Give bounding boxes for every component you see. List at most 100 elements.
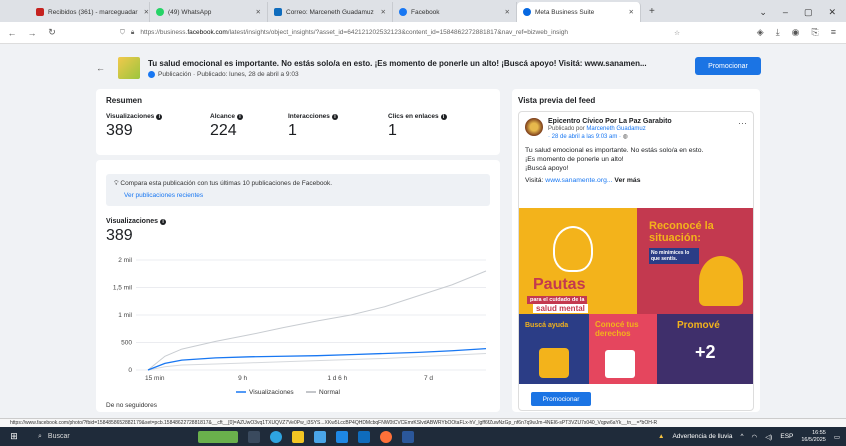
more-options-icon[interactable]: ···	[738, 118, 747, 128]
url-rest: /latest/insights/object_insights/?asset_…	[227, 29, 569, 36]
tab-whatsapp[interactable]: (49) WhatsApp ✕	[150, 2, 268, 22]
widgets-icon[interactable]	[198, 430, 238, 443]
image-tile-conoce-derechos[interactable]: Conocé tus derechos	[589, 314, 657, 384]
post-header: ← Tu salud emocional es importante. No e…	[96, 52, 766, 84]
close-icon[interactable]: ✕	[375, 8, 386, 16]
info-icon[interactable]: i	[331, 113, 338, 120]
tab-outlook[interactable]: Correo: Marceneth Guadamuz ✕	[268, 2, 393, 22]
edge-icon[interactable]	[270, 430, 282, 443]
legend-label-normal: Normal	[319, 389, 341, 396]
preview-title: Vista previa del feed	[518, 96, 596, 105]
back-arrow-icon[interactable]: ←	[96, 63, 118, 73]
mail-icon[interactable]	[336, 430, 348, 443]
reload-icon[interactable]: ↻	[44, 27, 60, 38]
image-tile-promove[interactable]: Promové +2	[657, 314, 753, 384]
author-name[interactable]: Epicentro Cívico Por La Paz Garabito	[548, 118, 672, 125]
post-text-line: Tu salud emocional es importante. No est…	[525, 147, 704, 154]
forward-arrow-icon[interactable]: →	[24, 28, 40, 38]
pocket-icon[interactable]: ◈	[757, 27, 764, 38]
close-icon[interactable]: ✕	[499, 8, 510, 16]
recent-posts-link[interactable]: Ver publicaciones recientes	[124, 192, 482, 199]
visit-link[interactable]: www.sanamente.org...	[545, 177, 612, 184]
metric-label: Alcance	[210, 113, 235, 120]
y-tick-label: 500	[121, 340, 132, 347]
more-images-count: +2	[695, 342, 716, 362]
menu-icon[interactable]: ≡	[831, 27, 836, 38]
post-text-line: ¡Es momento de ponerle un alto!	[525, 156, 624, 163]
image-tile-reconoce[interactable]: Reconocé la situación: No minimices lo q…	[637, 208, 753, 314]
metric-value: 1	[388, 122, 397, 139]
post-image-grid[interactable]: Pautas para el cuidado de la salud menta…	[519, 208, 753, 384]
close-icon[interactable]: ✕	[250, 8, 261, 16]
back-arrow-icon[interactable]: ←	[4, 28, 20, 38]
volume-icon[interactable]: ◁)	[765, 433, 772, 441]
y-tick-label: 1,5 mil	[113, 285, 133, 292]
clock[interactable]: 16:55 16/5/2025	[801, 430, 825, 444]
info-icon[interactable]: i	[160, 218, 167, 225]
avatar[interactable]	[525, 118, 543, 136]
address-bar[interactable]: ⛉ 🔒︎ https://business.facebook.com/lates…	[120, 25, 680, 41]
visit-prefix: Visitá:	[525, 177, 544, 184]
window-controls: ⌄ – ▢ ✕	[759, 2, 846, 22]
info-icon[interactable]: i	[440, 113, 447, 120]
promote-button[interactable]: Promocionar	[531, 392, 591, 406]
tab-meta-business-suite[interactable]: Meta Business Suite ✕	[517, 2, 641, 22]
windows-start-icon[interactable]: ⊞	[0, 431, 28, 442]
lock-icon: 🔒︎	[130, 28, 135, 36]
image-tile-busca-ayuda[interactable]: Buscá ayuda	[519, 314, 589, 384]
file-explorer-icon[interactable]	[292, 430, 304, 443]
image-tile-pautas[interactable]: Pautas para el cuidado de la salud menta…	[519, 208, 637, 314]
maximize-button[interactable]: ▢	[804, 7, 813, 18]
download-icon[interactable]: ⤓	[776, 27, 780, 38]
tile-subtitle: No minimices lo que sentís.	[649, 248, 699, 264]
new-tab-button[interactable]: +	[641, 2, 663, 22]
post-thumbnail	[118, 57, 140, 79]
views-label-text: Visualizaciones	[106, 218, 159, 225]
post-date-text[interactable]: · 28 de abril a las 9:03 am ·	[548, 134, 623, 140]
promote-button[interactable]: Promocionar	[695, 57, 761, 75]
language-indicator[interactable]: ESP	[780, 433, 793, 440]
outlook-icon[interactable]	[358, 430, 370, 443]
tab-label: Facebook	[411, 8, 440, 16]
weather-text[interactable]: Advertencia de lluvia	[672, 433, 732, 440]
minimize-button[interactable]: –	[783, 7, 788, 17]
account-icon[interactable]: ◉	[792, 27, 800, 38]
info-icon[interactable]: i	[156, 113, 163, 120]
tab-facebook[interactable]: Facebook ✕	[393, 2, 517, 22]
wifi-icon[interactable]: ◠	[752, 433, 758, 441]
taskbar-search[interactable]: ⌕ Buscar	[28, 433, 158, 441]
tray-overflow-icon[interactable]: ^	[740, 433, 743, 440]
info-icon[interactable]: i	[236, 113, 243, 120]
x-tick-label: 7 d	[424, 375, 433, 382]
non-followers-label: De no seguidores	[106, 402, 157, 409]
published-by: Publicado por Marceneth Guadamuz	[548, 126, 672, 132]
feed-post: Epicentro Cívico Por La Paz Garabito Pub…	[518, 111, 754, 411]
meta-icon	[523, 8, 531, 16]
metric-value: 389	[106, 122, 133, 139]
close-icon[interactable]: ✕	[623, 8, 634, 16]
compare-text: Compara esta publicación con tus últimas…	[120, 180, 333, 187]
store-icon[interactable]	[314, 430, 326, 443]
post-text: Tu salud emocional es importante. No est…	[525, 146, 747, 185]
lightbulb-icon	[553, 226, 593, 272]
task-view-icon[interactable]	[248, 430, 260, 443]
metric-views: Visualizaciones i 389	[106, 113, 210, 140]
whatsapp-icon	[156, 8, 164, 16]
bookmark-star-icon[interactable]: ☆	[674, 29, 680, 37]
word-icon[interactable]	[402, 430, 414, 443]
views-label: Visualizaciones i	[106, 218, 490, 225]
notifications-icon[interactable]: ▭	[834, 433, 840, 441]
publisher-name[interactable]: Marceneth Guadamuz	[586, 126, 645, 132]
tab-gmail[interactable]: Recibidos (361) - marceguadar ✕	[30, 2, 150, 22]
summary-card: Resumen Visualizaciones i 389 Alcance i 22…	[96, 89, 500, 155]
tab-list-icon[interactable]: ⌄	[759, 7, 767, 18]
tile-title: Reconocé la situación:	[649, 220, 714, 244]
close-window-button[interactable]: ✕	[828, 7, 836, 18]
outlook-icon	[274, 8, 282, 16]
see-more-link[interactable]: Ver más	[614, 177, 640, 184]
metric-reach: Alcance i 224	[210, 113, 288, 140]
firefox-icon[interactable]	[380, 430, 392, 443]
shield-icon: ⛉	[120, 28, 125, 36]
extensions-icon[interactable]: ⎘	[812, 27, 819, 38]
close-icon[interactable]: ✕	[138, 8, 149, 16]
